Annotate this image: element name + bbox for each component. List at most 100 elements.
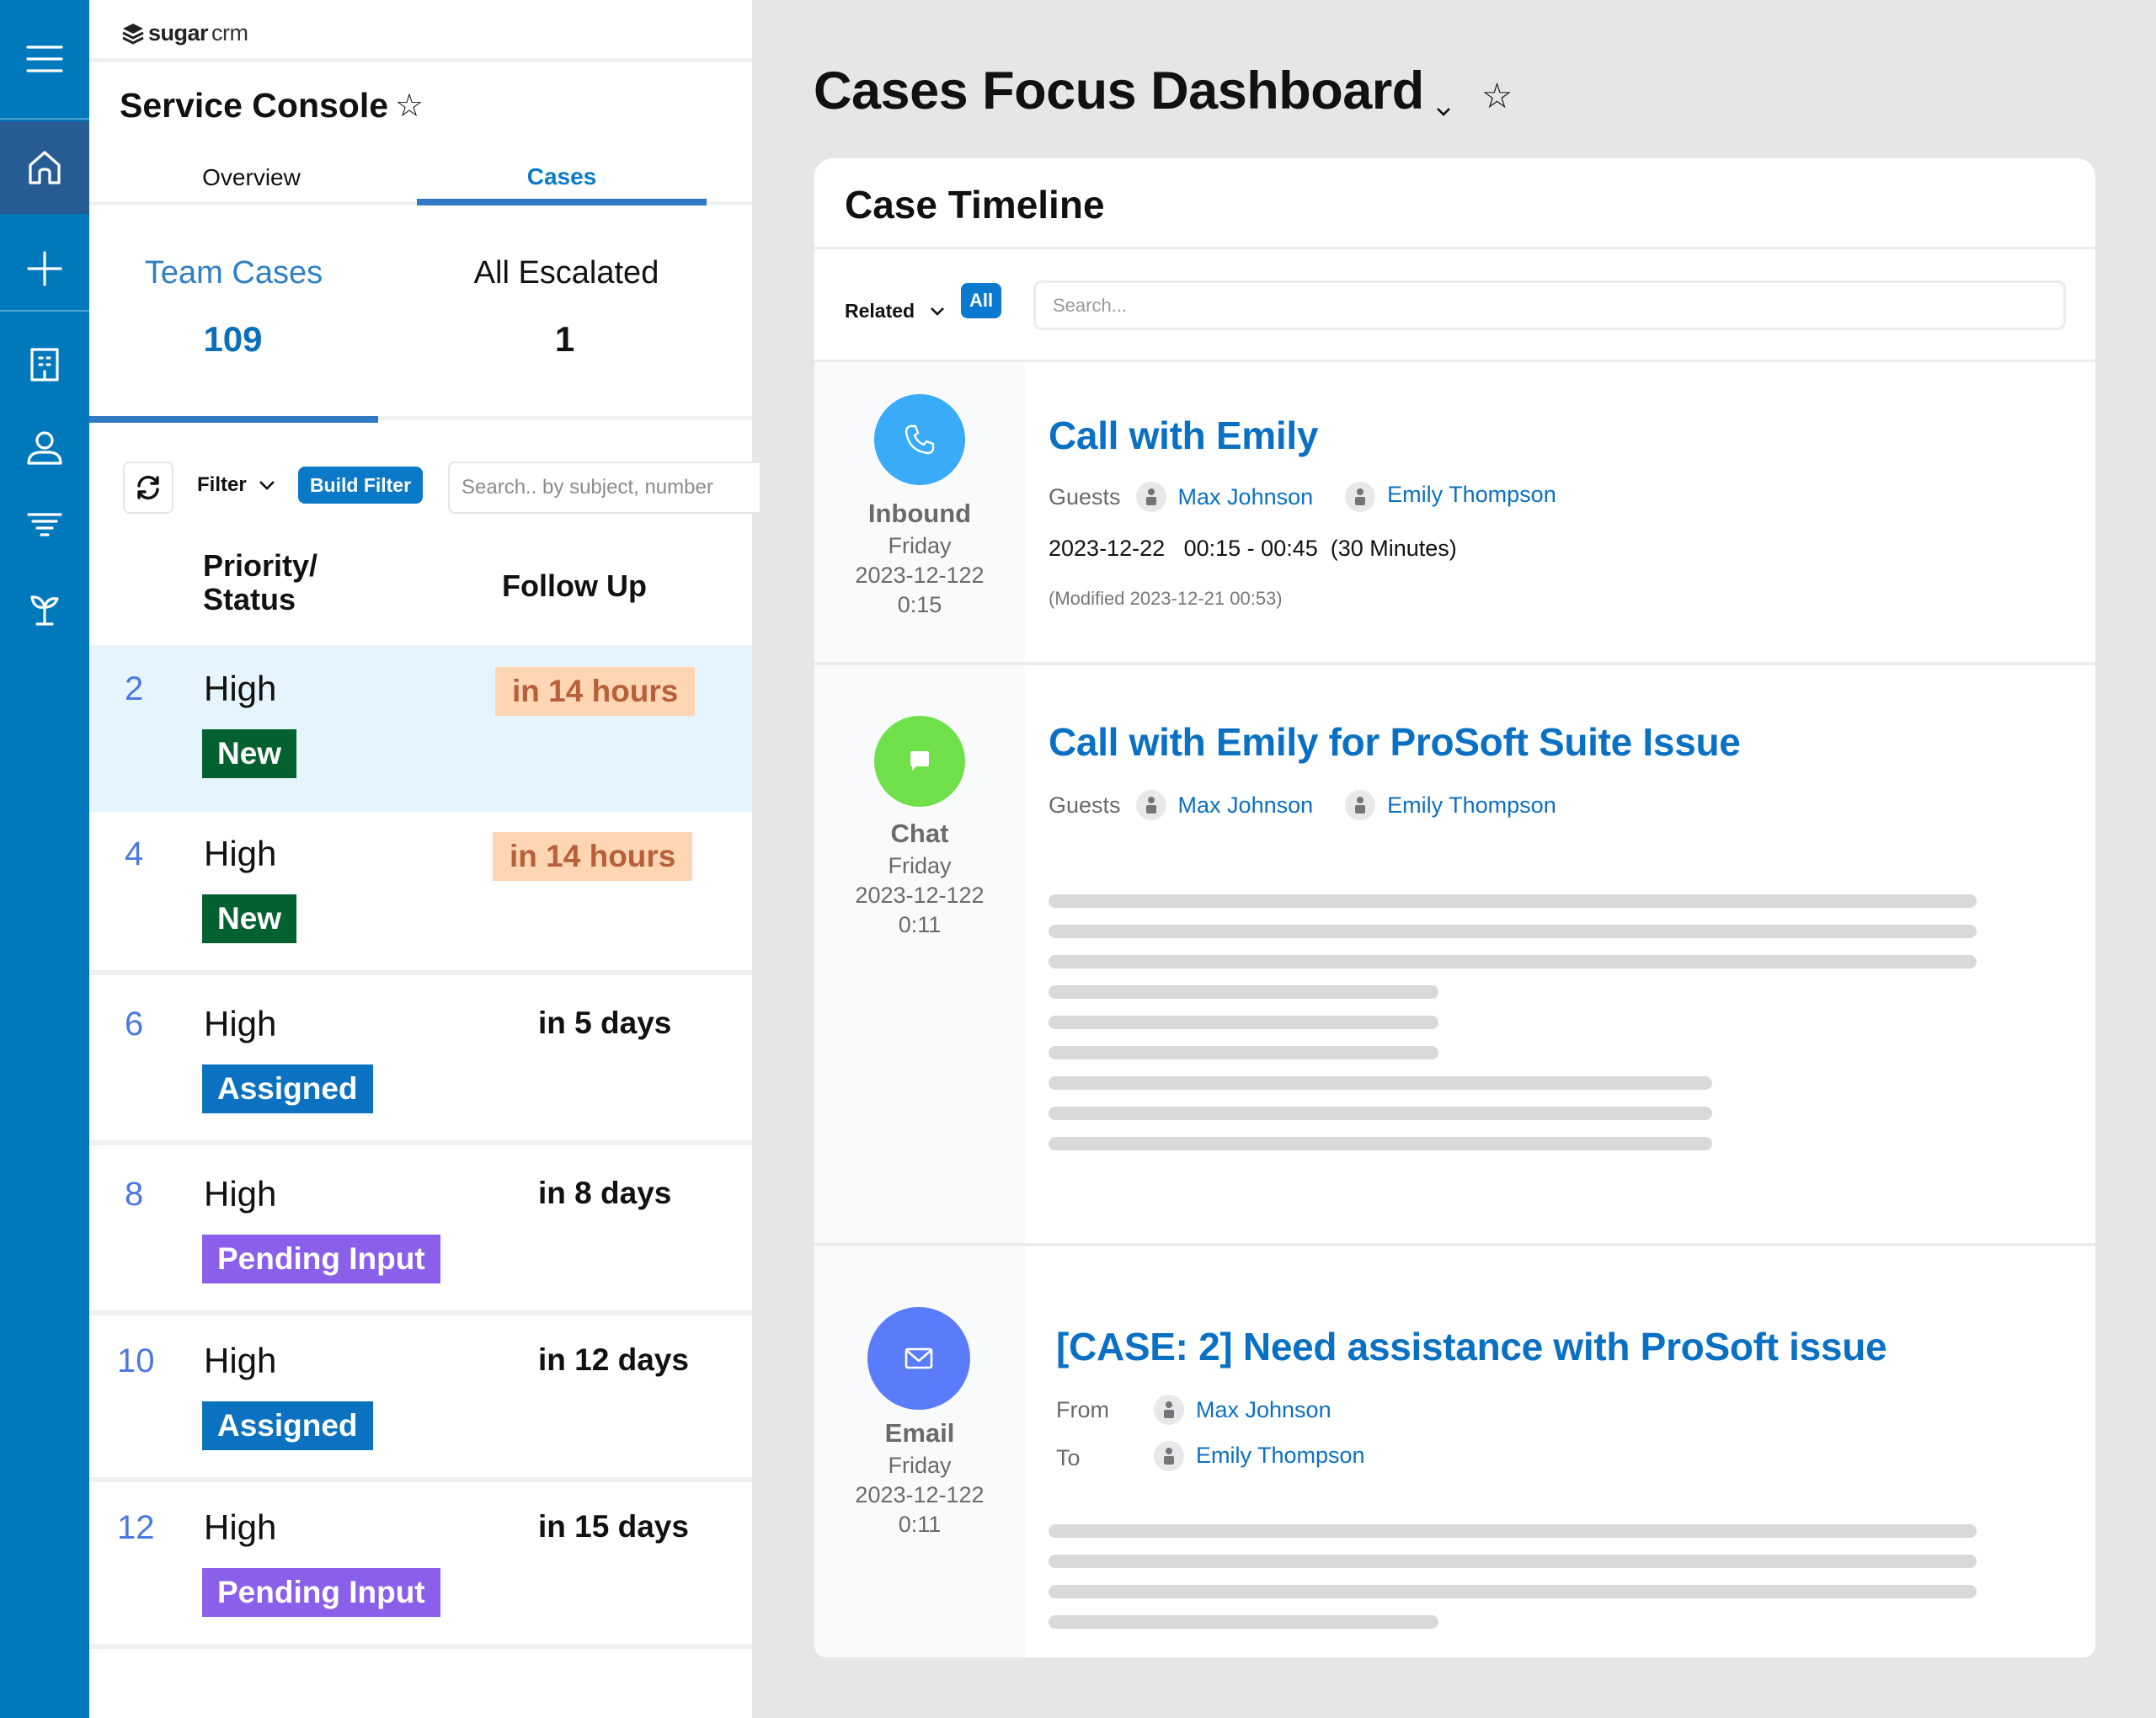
activity-subject-link[interactable]: [CASE: 2] Need assistance with ProSoft i…	[1056, 1324, 1887, 1369]
sugarcrm-cube-icon	[122, 23, 144, 45]
timeline-item-chat: Chat Friday 2023-12-122 0:11 Call with E…	[814, 665, 2095, 1246]
activity-subject-link[interactable]: Call with Emily for ProSoft Suite Issue	[1049, 719, 1741, 765]
activity-modified: (Modified 2023-12-21 00:53)	[1049, 588, 1283, 609]
timeline-item-meta: Inbound Friday 2023-12-122 0:15	[814, 362, 1025, 662]
guest-link[interactable]: Emily Thompson	[1345, 477, 1556, 512]
case-row[interactable]: 8 High Pending Input in 8 days	[89, 1150, 752, 1315]
case-stats: Team Cases 109 All Escalated 1	[89, 210, 752, 423]
guests-row: Guests Max Johnson Emily Thompson	[1049, 482, 1556, 512]
home-nav-button[interactable]	[0, 121, 89, 214]
filter-label: Filter	[197, 473, 247, 496]
case-row[interactable]: 12 High Pending Input in 15 days	[89, 1484, 752, 1649]
follow-up-badge: in 15 days	[538, 1509, 689, 1544]
related-dropdown[interactable]: Related	[845, 300, 945, 323]
guest-link[interactable]: Max Johnson	[1135, 482, 1314, 512]
guests-row: Guests Max Johnson Emily Thompson	[1049, 790, 1556, 820]
activity-day: Friday	[888, 853, 952, 878]
activity-subject-link[interactable]: Call with Emily	[1049, 413, 1318, 458]
chevron-down-icon	[1436, 108, 1450, 116]
guest-link[interactable]: Emily Thompson	[1345, 790, 1556, 820]
case-priority: High	[204, 1174, 277, 1214]
user-silhouette-icon	[1355, 488, 1366, 505]
guests-label: Guests	[1049, 483, 1121, 510]
refresh-button[interactable]	[123, 462, 173, 514]
favorite-star-icon[interactable]: ☆	[1481, 75, 1513, 116]
accounts-nav-button[interactable]	[0, 323, 89, 407]
to-row: To Emily Thompson	[1056, 1440, 1365, 1471]
activity-date: 2023-12-122	[855, 563, 985, 588]
filter-dropdown[interactable]: Filter	[197, 473, 275, 497]
tab-overview[interactable]: Overview	[89, 150, 414, 205]
user-silhouette-icon	[1164, 1447, 1174, 1465]
case-number: 6	[125, 1006, 144, 1043]
timeline-item-meta: Chat Friday 2023-12-122 0:11	[814, 665, 1025, 1243]
avatar	[1345, 482, 1376, 512]
user-silhouette-icon	[1164, 1401, 1174, 1418]
dashlet-title: Case Timeline	[845, 183, 1105, 227]
dashlet-header: Case Timeline	[814, 158, 2095, 249]
status-badge: New	[202, 729, 297, 778]
content-placeholder-line	[1049, 1555, 1977, 1568]
activity-day: Friday	[888, 1453, 952, 1478]
case-row[interactable]: 2 High New in 14 hours	[89, 645, 752, 812]
content-placeholder-line	[1049, 985, 1438, 999]
stat-all-escalated[interactable]: All Escalated 1	[418, 210, 715, 420]
stat-team-cases[interactable]: Team Cases 109	[89, 210, 378, 423]
tab-cases[interactable]: Cases	[417, 150, 707, 205]
follow-up-badge: in 14 hours	[495, 667, 696, 716]
follow-up-badge: in 12 days	[538, 1342, 689, 1377]
menu-button[interactable]	[0, 0, 89, 120]
icon-rail	[0, 0, 89, 1718]
content-placeholder-line	[1049, 1585, 1977, 1598]
follow-up-badge: in 14 hours	[493, 832, 693, 881]
content-placeholder-line	[1049, 1046, 1438, 1059]
case-number: 10	[117, 1342, 155, 1379]
case-priority: High	[204, 1341, 277, 1380]
status-badge: Assigned	[202, 1401, 373, 1450]
case-row[interactable]: 6 High Assigned in 5 days	[89, 980, 752, 1145]
sender-link[interactable]: Max Johnson	[1154, 1395, 1331, 1425]
follow-up-badge: in 5 days	[538, 1006, 672, 1040]
timeline-item-call: Inbound Friday 2023-12-122 0:15 Call wit…	[814, 362, 2095, 665]
stat-label: Team Cases	[144, 255, 323, 291]
all-filter-badge[interactable]: All	[961, 283, 1001, 318]
dashboard-title-text: Cases Focus Dashboard	[814, 61, 1424, 120]
content-placeholder-line	[1049, 1615, 1438, 1629]
timeline-item-email: Email Friday 2023-12-122 0:11 [CASE: 2] …	[814, 1246, 2095, 1657]
from-label: From	[1056, 1396, 1109, 1422]
content-placeholder-line	[1049, 1016, 1438, 1029]
case-priority: High	[204, 1004, 277, 1043]
activity-type: Email	[884, 1418, 955, 1448]
column-header-priority-status[interactable]: Priority/ Status	[203, 549, 318, 616]
column-header-follow-up[interactable]: Follow Up	[502, 569, 647, 603]
timeline-search-input[interactable]	[1033, 280, 2066, 330]
favorite-star-icon[interactable]: ☆	[395, 87, 424, 125]
content-placeholder-line	[1049, 1107, 1712, 1120]
recipient-link[interactable]: Emily Thompson	[1154, 1440, 1365, 1471]
guest-link[interactable]: Max Johnson	[1135, 790, 1313, 820]
console-tabs: Overview Cases	[89, 150, 752, 205]
envelope-icon	[905, 1347, 933, 1369]
console-title-text: Service Console	[120, 86, 389, 125]
create-button[interactable]	[0, 227, 89, 312]
activity-time: 0:11	[898, 912, 942, 937]
hamburger-menu-icon	[26, 45, 63, 72]
dashboard-switcher-button[interactable]	[1436, 69, 1451, 130]
leads-nav-button[interactable]	[0, 484, 89, 568]
case-priority: High	[204, 834, 277, 873]
case-search-input[interactable]	[448, 462, 760, 514]
chevron-down-icon	[931, 307, 945, 316]
person-icon	[27, 431, 62, 465]
opportunities-nav-button[interactable]	[0, 566, 89, 650]
build-filter-button[interactable]: Build Filter	[298, 467, 423, 504]
case-row[interactable]: 10 High Assigned in 12 days	[89, 1317, 752, 1482]
case-row[interactable]: 4 High New in 14 hours	[89, 810, 752, 975]
contacts-nav-button[interactable]	[0, 406, 89, 490]
guests-label: Guests	[1049, 792, 1121, 818]
sugarcrm-logo[interactable]: sugar crm	[121, 20, 248, 46]
plus-icon	[27, 251, 62, 286]
content-placeholder-line	[1049, 894, 1977, 908]
avatar	[1154, 1395, 1184, 1425]
stat-label: All Escalated	[473, 255, 659, 291]
guest-name: Max Johnson	[1177, 483, 1314, 510]
